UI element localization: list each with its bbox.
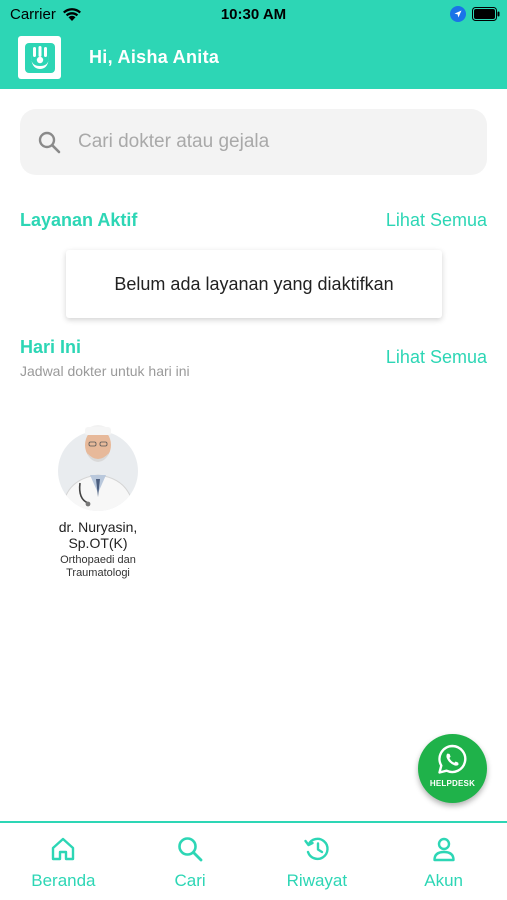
home-icon bbox=[52, 837, 75, 861]
status-bar: Carrier 10:30 AM bbox=[0, 0, 507, 30]
search-input[interactable] bbox=[78, 127, 458, 157]
nav-item-riwayat[interactable]: Riwayat bbox=[254, 823, 381, 900]
nav-label-cari: Cari bbox=[174, 871, 206, 890]
account-icon bbox=[432, 837, 455, 862]
nav-item-beranda[interactable]: Beranda bbox=[0, 823, 127, 900]
doctor-avatar bbox=[58, 425, 138, 511]
today-title: Hari Ini bbox=[20, 337, 82, 357]
nav-label-beranda: Beranda bbox=[31, 871, 96, 890]
status-time: 10:30 AM bbox=[220, 6, 287, 23]
location-arrow-icon bbox=[450, 6, 466, 22]
today-subtitle: Jadwal dokter untuk hari ini bbox=[20, 363, 190, 379]
today-see-all-link[interactable]: Lihat Semua bbox=[386, 347, 487, 368]
doctor-card[interactable]: dr. Nuryasin, Sp.OT(K) Orthopaedi dan Tr… bbox=[34, 413, 162, 580]
empty-services-message: Belum ada layanan yang diaktifkan bbox=[114, 273, 394, 294]
battery-icon bbox=[472, 7, 500, 21]
nav-label-riwayat: Riwayat bbox=[286, 871, 348, 890]
doctor-name: dr. Nuryasin, Sp.OT(K) bbox=[58, 519, 138, 551]
search-bar[interactable] bbox=[20, 109, 487, 175]
active-services-title: Layanan Aktif bbox=[20, 210, 138, 230]
helpdesk-button[interactable]: HELPDESK bbox=[418, 734, 487, 803]
app-header: Hi, Aisha Anita bbox=[0, 30, 507, 89]
nav-label-akun: Akun bbox=[424, 871, 463, 890]
whatsapp-icon bbox=[438, 744, 467, 774]
active-services-see-all-link[interactable]: Lihat Semua bbox=[386, 210, 487, 231]
helpdesk-label: HELPDESK bbox=[429, 779, 476, 788]
empty-services-card: Belum ada layanan yang diaktifkan bbox=[66, 250, 442, 318]
search-icon bbox=[38, 131, 61, 154]
nav-item-cari[interactable]: Cari bbox=[127, 823, 254, 900]
doctor-specialty: Orthopaedi dan Traumatologi bbox=[60, 554, 136, 579]
bottom-navigation: Beranda Cari Riwayat Akun bbox=[0, 821, 507, 900]
greeting-text: Hi, Aisha Anita bbox=[89, 47, 220, 67]
hand-logo-icon bbox=[18, 36, 61, 79]
nav-item-akun[interactable]: Akun bbox=[380, 823, 507, 900]
history-icon bbox=[304, 837, 329, 861]
search-icon bbox=[178, 837, 203, 862]
